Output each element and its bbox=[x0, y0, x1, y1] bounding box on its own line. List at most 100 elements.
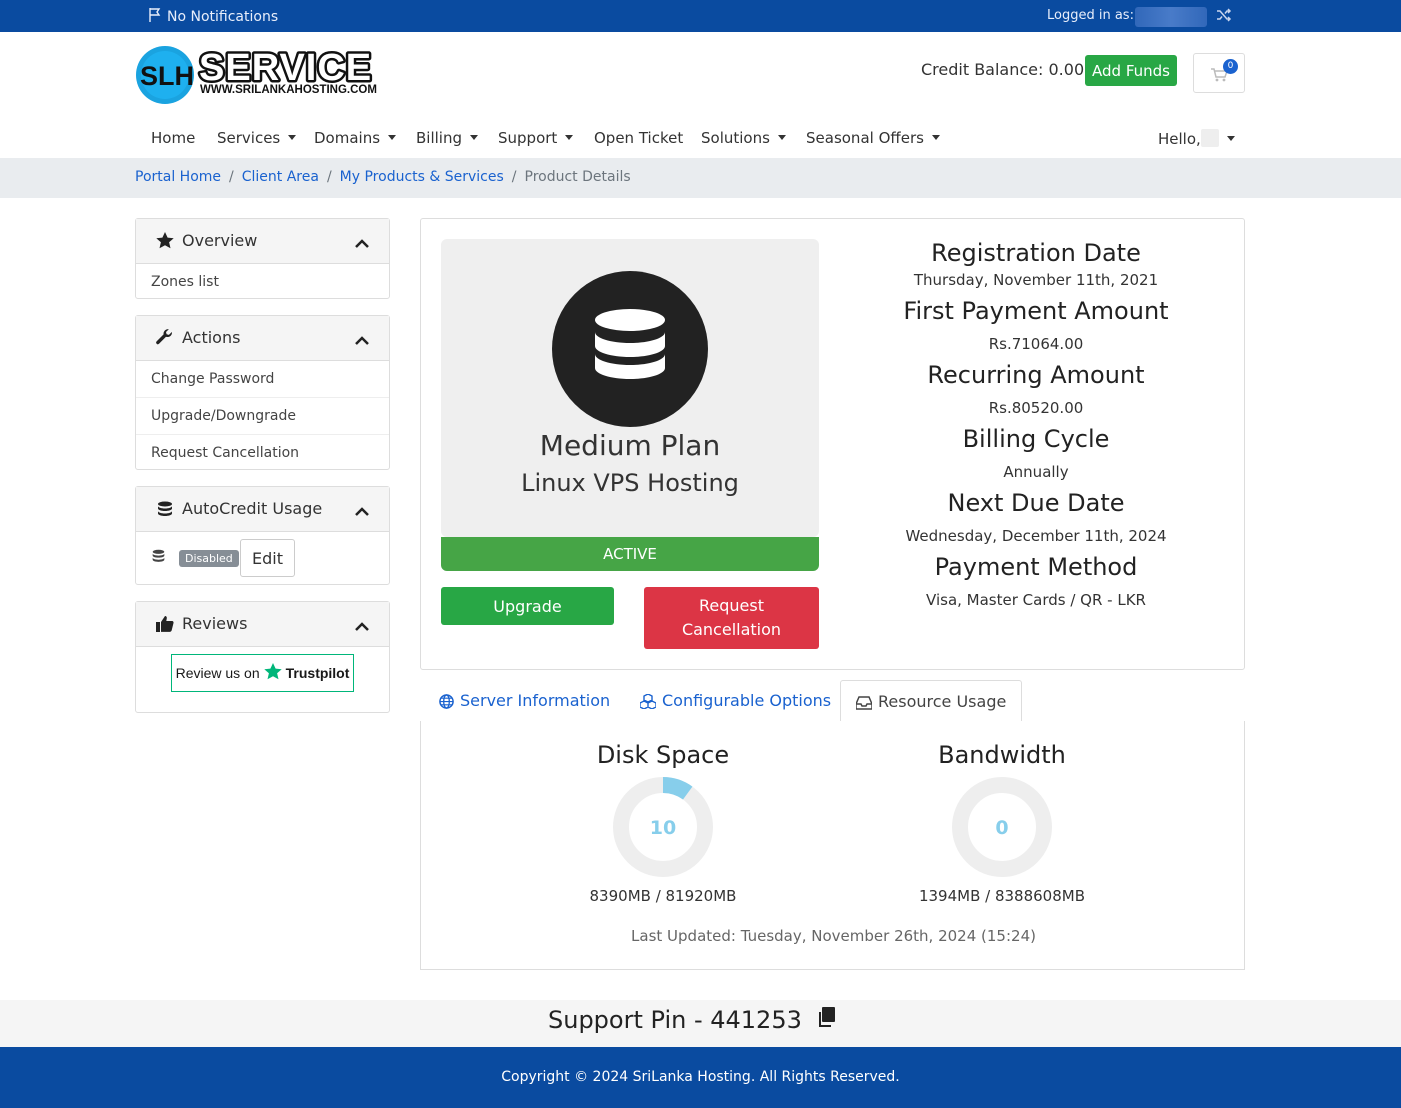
hello-label: Hello, bbox=[1158, 130, 1201, 148]
disk-gauge: 10 bbox=[613, 777, 713, 877]
breadcrumb-separator: / bbox=[511, 169, 517, 185]
tab-label: Server Information bbox=[460, 691, 611, 710]
reviews-panel-header[interactable]: Reviews bbox=[136, 602, 389, 647]
autocredit-panel-header[interactable]: AutoCredit Usage bbox=[136, 487, 389, 532]
nav-services[interactable]: Services bbox=[217, 129, 296, 147]
database-icon bbox=[594, 308, 666, 394]
bandwidth-usage: Bandwidth 0 1394MB / 8388608MB bbox=[892, 741, 1112, 905]
inbox-icon bbox=[855, 695, 873, 714]
logo-url: WWW.SRILANKAHOSTING.COM bbox=[200, 84, 377, 96]
star-icon bbox=[156, 232, 174, 253]
chevron-up-icon[interactable] bbox=[355, 502, 369, 521]
flag-icon bbox=[147, 7, 163, 27]
thumbs-up-icon bbox=[156, 615, 174, 636]
nav-solutions[interactable]: Solutions bbox=[701, 129, 786, 147]
bandwidth-gauge: 0 bbox=[952, 777, 1052, 877]
product-icon-circle bbox=[552, 271, 708, 427]
actions-panel: Actions Change Password Upgrade/Downgrad… bbox=[135, 315, 390, 470]
coins-icon bbox=[151, 548, 166, 568]
credit-balance: Credit Balance: 0.00 bbox=[921, 60, 1085, 79]
cart-count-badge: 0 bbox=[1223, 59, 1238, 74]
support-pin-text: Support Pin - 441253 bbox=[548, 1006, 802, 1034]
breadcrumb-portal-home[interactable]: Portal Home bbox=[135, 169, 221, 185]
main-nav: Home Services Domains Billing Support Op… bbox=[0, 118, 1401, 158]
actions-title: Actions bbox=[182, 328, 241, 347]
detail-label: Registration Date bbox=[931, 239, 1141, 267]
footer: Copyright © 2024 SriLanka Hosting. All R… bbox=[0, 1047, 1401, 1108]
chevron-up-icon[interactable] bbox=[355, 331, 369, 350]
actions-panel-header[interactable]: Actions bbox=[136, 316, 389, 361]
upgrade-button[interactable]: Upgrade bbox=[441, 587, 614, 625]
trustpilot-label: Trustpilot bbox=[285, 665, 350, 681]
breadcrumb-my-products[interactable]: My Products & Services bbox=[340, 169, 504, 185]
trustpilot-star-icon bbox=[263, 663, 282, 683]
overview-title: Overview bbox=[182, 231, 258, 250]
product-tabs: Server Information Configurable Options … bbox=[420, 680, 1245, 723]
tab-label: Resource Usage bbox=[878, 692, 1007, 711]
product-summary: Medium Plan Linux VPS Hosting bbox=[441, 239, 819, 537]
detail-label: Billing Cycle bbox=[962, 425, 1110, 453]
bandwidth-stats: 1394MB / 8388608MB bbox=[918, 887, 1086, 905]
shuffle-icon[interactable] bbox=[1216, 6, 1232, 28]
detail-value: Rs.71064.00 bbox=[988, 335, 1084, 353]
autocredit-status-badge: Disabled bbox=[179, 550, 239, 567]
sidebar-link-change-password[interactable]: Change Password bbox=[136, 361, 389, 398]
detail-label: Recurring Amount bbox=[927, 361, 1145, 389]
breadcrumb: Portal Home / Client Area / My Products … bbox=[135, 169, 631, 185]
cart-button[interactable]: 0 bbox=[1193, 53, 1245, 93]
copy-icon[interactable] bbox=[818, 1006, 836, 1034]
notifications-label: No Notifications bbox=[167, 9, 279, 25]
autocredit-edit-button[interactable]: Edit bbox=[240, 539, 295, 577]
overview-panel-header[interactable]: Overview bbox=[136, 219, 389, 264]
gauge-value: 10 bbox=[650, 817, 676, 839]
support-pin-bar: Support Pin - 441253 bbox=[0, 1000, 1401, 1047]
plan-group: Linux VPS Hosting bbox=[521, 469, 739, 497]
nav-billing[interactable]: Billing bbox=[416, 129, 478, 147]
sidebar-link-upgrade-downgrade[interactable]: Upgrade/Downgrade bbox=[136, 398, 389, 435]
breadcrumb-separator: / bbox=[326, 169, 332, 185]
resource-usage-pane: Disk Space 10 8390MB / 81920MB Bandwidth… bbox=[420, 721, 1245, 970]
add-funds-button[interactable]: Add Funds bbox=[1085, 55, 1177, 86]
nav-support[interactable]: Support bbox=[498, 129, 573, 147]
bandwidth-title: Bandwidth bbox=[938, 741, 1066, 769]
logo-mark: SLH bbox=[140, 61, 194, 91]
tab-configurable-options[interactable]: Configurable Options bbox=[625, 680, 846, 722]
copyright: Copyright © 2024 SriLanka Hosting. All R… bbox=[501, 1069, 900, 1085]
sidebar-link-request-cancellation[interactable]: Request Cancellation bbox=[136, 435, 389, 472]
breadcrumb-bar: Portal Home / Client Area / My Products … bbox=[0, 158, 1401, 198]
review-us-label: Review us on bbox=[175, 665, 260, 681]
tab-server-information[interactable]: Server Information bbox=[424, 680, 625, 722]
notifications-link[interactable]: No Notifications bbox=[147, 7, 278, 27]
cubes-icon bbox=[639, 693, 657, 713]
request-cancellation-button[interactable]: Request Cancellation bbox=[644, 587, 819, 649]
chevron-up-icon[interactable] bbox=[355, 617, 369, 636]
nav-home[interactable]: Home bbox=[151, 129, 195, 147]
sidebar-link-zones-list[interactable]: Zones list bbox=[136, 264, 389, 301]
top-bar: No Notifications Logged in as: bbox=[0, 0, 1401, 32]
nav-seasonal-offers[interactable]: Seasonal Offers bbox=[806, 129, 940, 147]
tab-label: Configurable Options bbox=[662, 691, 832, 710]
wrench-icon bbox=[156, 329, 174, 351]
trustpilot-review-button[interactable]: Review us on Trustpilot bbox=[171, 654, 354, 692]
breadcrumb-separator: / bbox=[229, 169, 234, 185]
coins-icon bbox=[156, 500, 174, 522]
product-card: Medium Plan Linux VPS Hosting ACTIVE Upg… bbox=[420, 218, 1245, 670]
breadcrumb-client-area[interactable]: Client Area bbox=[242, 169, 319, 185]
detail-value: Annually bbox=[1003, 463, 1069, 481]
disk-usage: Disk Space 10 8390MB / 81920MB bbox=[553, 741, 773, 905]
tab-resource-usage[interactable]: Resource Usage bbox=[840, 680, 1023, 723]
logo-text: SERVICE bbox=[199, 47, 372, 89]
nav-open-ticket[interactable]: Open Ticket bbox=[594, 129, 683, 147]
reviews-panel: Reviews Review us on Trustpilot bbox=[135, 601, 390, 713]
nav-user-menu[interactable]: Hello, bbox=[1158, 129, 1235, 148]
support-pin: Support Pin - 441253 bbox=[548, 1006, 836, 1034]
detail-label: Next Due Date bbox=[947, 489, 1125, 517]
disk-stats: 8390MB / 81920MB bbox=[589, 887, 737, 905]
detail-value: Thursday, November 11th, 2021 bbox=[913, 271, 1159, 289]
chevron-up-icon[interactable] bbox=[355, 234, 369, 253]
site-logo[interactable]: SLH SERVICE WWW.SRILANKAHOSTING.COM bbox=[135, 45, 400, 105]
detail-value: Visa, Master Cards / QR - LKR bbox=[926, 591, 1146, 609]
logged-in-user[interactable] bbox=[1135, 7, 1207, 27]
nav-domains[interactable]: Domains bbox=[314, 129, 396, 147]
detail-label: Payment Method bbox=[934, 553, 1138, 581]
